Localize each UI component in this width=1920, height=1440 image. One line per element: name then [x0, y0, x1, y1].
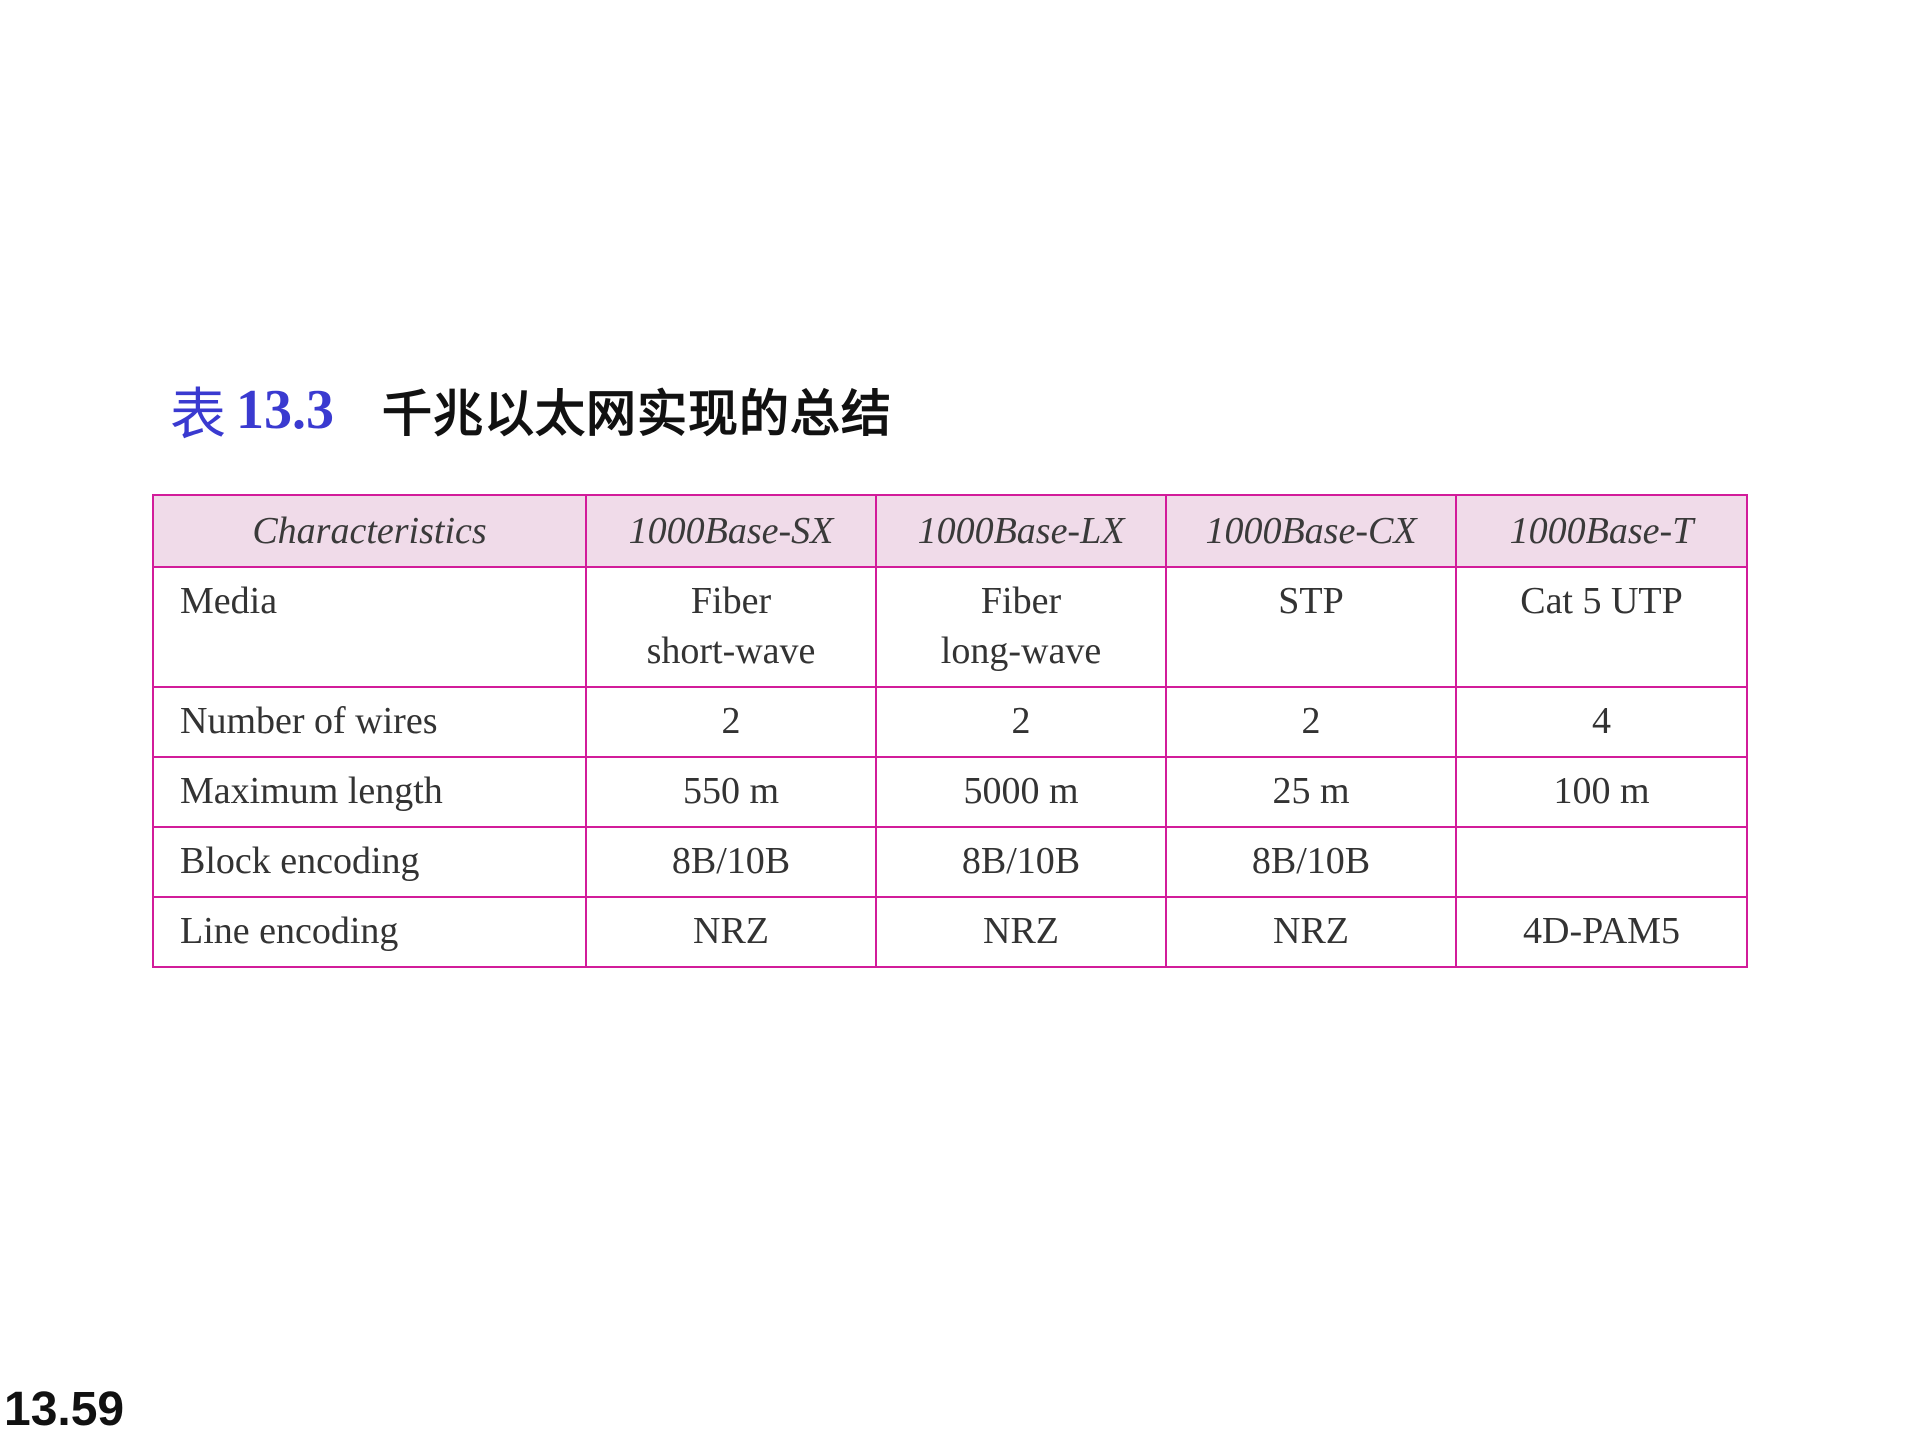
cell-media-cx: STP [1165, 566, 1457, 688]
cell-line-sx: NRZ [585, 896, 877, 968]
row-label-length: Maximum length [152, 756, 587, 828]
gigabit-ethernet-summary-table: Characteristics 1000Base-SX 1000Base-LX … [152, 494, 1748, 968]
header-characteristics: Characteristics [152, 494, 587, 568]
table-row-block-encoding: Block encoding 8B/10B 8B/10B 8B/10B [152, 826, 1748, 898]
cell-length-lx: 5000 m [875, 756, 1167, 828]
cell-line-t: 4D-PAM5 [1455, 896, 1748, 968]
cell-media-lx: Fiber long-wave [875, 566, 1167, 688]
header-1000base-lx: 1000Base-LX [875, 494, 1167, 568]
caption-number: 13.3 [236, 379, 334, 441]
cell-line: Fiber [690, 580, 772, 622]
header-1000base-cx: 1000Base-CX [1165, 494, 1457, 568]
cell-media-t: Cat 5 UTP [1455, 566, 1748, 688]
cell-length-t: 100 m [1455, 756, 1748, 828]
cell-block-cx: 8B/10B [1165, 826, 1457, 898]
table-row-media: Media Fiber short-wave Fiber long-wave S… [152, 566, 1748, 688]
row-label-line-encoding: Line encoding [152, 896, 587, 968]
cell-line: short-wave [646, 630, 816, 672]
cell-block-t [1455, 826, 1748, 898]
row-label-wires: Number of wires [152, 686, 587, 758]
cell-block-lx: 8B/10B [875, 826, 1167, 898]
caption-text: 千兆以太网实现的总结 [382, 385, 892, 443]
cell-line-lx: NRZ [875, 896, 1167, 968]
cell-length-cx: 25 m [1165, 756, 1457, 828]
table-row-length: Maximum length 550 m 5000 m 25 m 100 m [152, 756, 1748, 828]
cell-line: STP [1278, 580, 1344, 622]
cell-line-cx: NRZ [1165, 896, 1457, 968]
table-row-wires: Number of wires 2 2 2 4 [152, 686, 1748, 758]
row-label-media: Media [152, 566, 587, 688]
header-1000base-sx: 1000Base-SX [585, 494, 877, 568]
row-label-block-encoding: Block encoding [152, 826, 587, 898]
page-number: 13.59 [4, 1383, 125, 1436]
cell-length-sx: 550 m [585, 756, 877, 828]
cell-wires-t: 4 [1455, 686, 1748, 758]
cell-wires-sx: 2 [585, 686, 877, 758]
header-1000base-t: 1000Base-T [1455, 494, 1748, 568]
cell-line: Cat 5 UTP [1520, 580, 1683, 622]
cell-media-sx: Fiber short-wave [585, 566, 877, 688]
cell-line: Fiber [980, 580, 1062, 622]
cell-wires-lx: 2 [875, 686, 1167, 758]
cell-wires-cx: 2 [1165, 686, 1457, 758]
table-row-line-encoding: Line encoding NRZ NRZ NRZ 4D-PAM5 [152, 896, 1748, 968]
caption-prefix: 表 [170, 382, 226, 448]
table-caption: 表 13.3 千兆以太网实现的总结 [170, 370, 892, 450]
table-header-row: Characteristics 1000Base-SX 1000Base-LX … [152, 494, 1748, 568]
cell-line: long-wave [940, 630, 1102, 672]
cell-block-sx: 8B/10B [585, 826, 877, 898]
